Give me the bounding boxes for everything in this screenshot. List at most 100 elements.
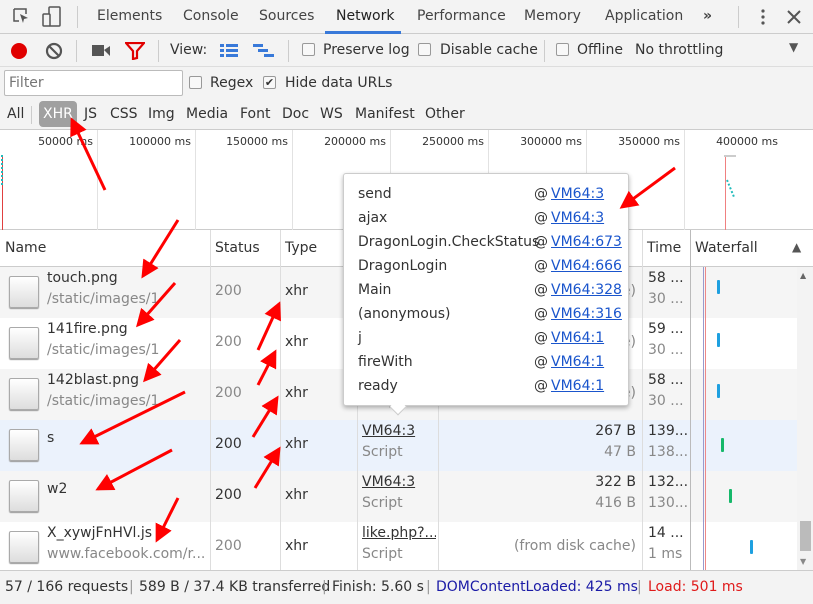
request-path: /static/images/1 [47,393,160,409]
request-name[interactable]: X_xywjFnHVl.js [47,525,207,541]
tab-elements[interactable]: Elements [97,8,162,24]
request-name[interactable]: w2 [47,481,207,497]
more-options-icon[interactable] [760,8,766,26]
request-path: www.facebook.com/r... [47,546,206,562]
timeline-tick: 250000 ms [422,135,484,148]
stack-frame-link[interactable]: VM64:666 [551,258,622,274]
request-type: xhr [285,283,308,299]
request-name[interactable]: s [47,430,207,446]
hide-data-urls-checkbox[interactable]: ✔ [263,76,276,89]
column-name[interactable]: Name [5,240,46,256]
request-row[interactable]: w2 200 xhr VM64:3 Script 322 B 416 B 132… [0,471,797,522]
request-row[interactable]: s 200 xhr VM64:3 Script 267 B 47 B 139..… [0,420,797,471]
tab-memory[interactable]: Memory [524,8,581,24]
stack-frame-link[interactable]: VM64:1 [551,354,604,370]
clear-icon[interactable] [45,42,63,60]
tab-network[interactable]: Network [336,8,394,24]
type-all[interactable]: All [7,106,24,122]
stack-frame-link[interactable]: VM64:3 [551,210,604,226]
disable-cache-checkbox[interactable] [418,43,431,56]
stack-frame-function: ajax [358,210,388,226]
status-code: 200 [215,283,242,299]
latency-value: 30 ... [648,291,684,307]
tab-application[interactable]: Application [605,8,683,24]
inspect-element-icon[interactable] [12,7,30,27]
latency-value: 130... [648,495,689,511]
request-name[interactable]: 142blast.png [47,372,207,388]
waterfall-bar [750,540,753,554]
type-doc[interactable]: Doc [282,106,309,122]
regex-label: Regex [210,75,254,91]
regex-checkbox[interactable] [189,76,202,89]
size-value: (from disk cache) [513,538,636,554]
initiator-link[interactable]: VM64:3 [362,423,436,439]
status-code: 200 [215,334,242,350]
type-other[interactable]: Other [425,106,465,122]
column-waterfall[interactable]: Waterfall [695,240,758,256]
preserve-log-checkbox[interactable] [302,43,315,56]
type-ws[interactable]: WS [320,106,343,122]
initiator-call-stack-popover: send @ VM64:3 ajax @ VM64:3 DragonLogin.CheckS… [343,173,629,416]
timeline-tick: 300000 ms [520,135,582,148]
throttling-dropdown-icon[interactable]: ▼ [789,40,798,54]
type-font[interactable]: Font [240,106,270,122]
stack-frame-link[interactable]: VM64:3 [551,186,604,202]
stack-frame-link[interactable]: VM64:328 [551,282,622,298]
column-type[interactable]: Type [285,240,317,256]
more-tabs-button[interactable]: » [703,8,712,24]
stack-frame-link[interactable]: VM64:316 [551,306,622,322]
large-rows-icon[interactable] [220,44,238,58]
request-name[interactable]: touch.png [47,270,207,286]
sort-ascending-icon[interactable]: ▲ [792,240,801,254]
type-manifest[interactable]: Manifest [355,106,415,122]
stack-frame-at: @ [534,234,548,250]
type-css[interactable]: CSS [110,106,138,122]
scrollbar-thumb[interactable] [800,521,811,551]
type-js[interactable]: JS [84,106,97,122]
close-icon[interactable] [787,10,801,24]
type-media[interactable]: Media [186,106,228,122]
content-size: 47 B [604,444,636,460]
stack-frame-link[interactable]: VM64:1 [551,378,604,394]
initiator-type: Script [362,546,403,562]
preserve-log-label: Preserve log [323,42,410,58]
initiator-link[interactable]: VM64:3 [362,474,436,490]
status-code: 200 [215,385,242,401]
finish-time: Finish: 5.60 s [332,579,424,595]
latency-value: 1 ms [648,546,683,562]
offline-checkbox[interactable] [556,43,569,56]
column-status[interactable]: Status [215,240,260,256]
stack-frame-function: fireWith [358,354,413,370]
type-img[interactable]: Img [148,106,175,122]
request-row[interactable]: X_xywjFnHVl.js www.facebook.com/r... 200… [0,522,797,573]
stack-frame-link[interactable]: VM64:1 [551,330,604,346]
offline-label: Offline [577,42,623,58]
initiator-link[interactable]: like.php?... [362,525,436,541]
record-icon[interactable] [11,43,27,59]
stack-frame-at: @ [534,210,548,226]
size-value: 322 B [595,474,636,490]
column-time[interactable]: Time [647,240,681,256]
filter-input[interactable] [4,70,183,96]
type-xhr[interactable]: XHR [39,101,77,127]
timeline-tick: 200000 ms [324,135,386,148]
latency-value: 30 ... [648,342,684,358]
stack-frame-at: @ [534,306,548,322]
capture-screenshots-icon[interactable] [92,44,110,57]
throttling-select[interactable]: No throttling [635,42,723,58]
overview-icon[interactable] [253,44,275,58]
time-value: 59 ... [648,321,684,337]
size-value: 267 B [595,423,636,439]
device-toolbar-icon[interactable] [42,6,62,28]
request-name[interactable]: 141fire.png [47,321,207,337]
tab-console[interactable]: Console [183,8,239,24]
file-icon [9,327,39,359]
tab-sources[interactable]: Sources [259,8,314,24]
scrollbar[interactable]: ▲ ▼ [797,267,813,570]
request-path: /static/images/1 [47,291,160,307]
stack-frame-link[interactable]: VM64:673 [551,234,622,250]
load-line [705,267,706,570]
tab-performance[interactable]: Performance [417,8,506,24]
time-value: 132... [648,474,689,490]
filter-icon[interactable] [125,42,145,60]
